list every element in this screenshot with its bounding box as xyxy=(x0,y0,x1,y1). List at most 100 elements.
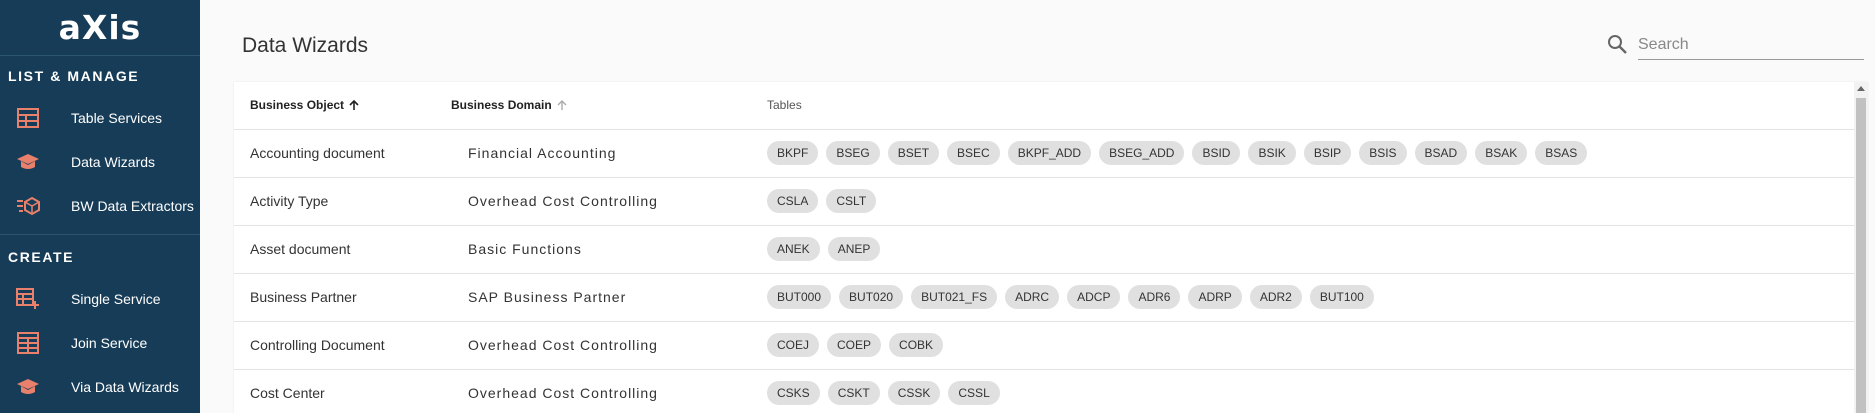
table-chip[interactable]: BSET xyxy=(887,141,940,165)
cell-business-object: Asset document xyxy=(250,241,351,257)
table-chip[interactable]: CSKS xyxy=(767,381,820,405)
cell-business-domain: Financial Accounting xyxy=(468,145,617,161)
table-chip[interactable]: BUT000 xyxy=(767,285,832,309)
search-input[interactable] xyxy=(1638,30,1864,60)
table-chip[interactable]: BUT020 xyxy=(839,285,904,309)
table-chip[interactable]: CSLA xyxy=(767,189,819,213)
table-row[interactable]: Asset document Basic Functions ANEK ANEP xyxy=(234,226,1854,274)
table-chip[interactable]: BSAD xyxy=(1414,141,1468,165)
table-chip[interactable]: CSKT xyxy=(827,381,880,405)
scroll-up-arrow-icon[interactable] xyxy=(1857,86,1865,91)
sidebar-item-single-service[interactable]: Single Service xyxy=(0,277,200,321)
table-chip[interactable]: BSEC xyxy=(947,141,1000,165)
table-chip[interactable]: BSIP xyxy=(1303,141,1352,165)
sidebar-item-label: Data Wizards xyxy=(71,154,156,170)
table-row[interactable]: Accounting document Financial Accounting B… xyxy=(234,130,1854,178)
table-row[interactable]: Controlling Document Overhead Cost Contro… xyxy=(234,322,1854,370)
main-content: Data Wizards Business Object Business Do… xyxy=(200,0,1875,413)
table-chip[interactable]: CSLT xyxy=(826,189,877,213)
cell-tables: ANEK ANEP xyxy=(767,237,881,261)
column-header-tables: Tables xyxy=(767,98,802,112)
logo-text: aXis xyxy=(58,8,142,47)
wizard-cap-icon xyxy=(16,150,40,174)
column-header-business-domain[interactable]: Business Domain xyxy=(451,98,568,112)
cell-business-object: Business Partner xyxy=(250,289,357,305)
cell-tables: CSLA CSLT xyxy=(767,189,877,213)
table-chip[interactable]: BSID xyxy=(1192,141,1241,165)
cell-tables: BKPF BSEG BSET BSEC BKPF_ADD BSEG_ADD BSID BSIK… xyxy=(767,141,1588,165)
table-chip[interactable]: ANEP xyxy=(827,237,881,261)
vertical-scrollbar[interactable] xyxy=(1854,82,1868,413)
sidebar-item-table-services[interactable]: Table Services xyxy=(0,96,200,140)
sidebar-item-bw-data-extractors[interactable]: BW Data Extractors xyxy=(0,184,200,228)
wizard-cap-icon xyxy=(16,375,40,399)
table-chip[interactable]: BSAS xyxy=(1535,141,1588,165)
table-chip[interactable]: BSEG xyxy=(826,141,880,165)
cell-tables: CSKS CSKT CSSK CSSL xyxy=(767,381,1000,405)
cell-business-domain: Overhead Cost Controlling xyxy=(468,385,658,401)
cell-business-domain: Overhead Cost Controlling xyxy=(468,193,658,209)
cell-business-domain: Overhead Cost Controlling xyxy=(468,337,658,353)
table-chip[interactable]: BSEG_ADD xyxy=(1099,141,1185,165)
table-chip[interactable]: BSIS xyxy=(1359,141,1407,165)
column-header-label: Tables xyxy=(767,98,802,112)
table-chip[interactable]: ADR2 xyxy=(1249,285,1302,309)
table-chip[interactable]: CSSK xyxy=(887,381,941,405)
cell-tables: COEJ COEP COBK xyxy=(767,333,944,357)
cell-business-object: Activity Type xyxy=(250,193,329,209)
table-header: Business Object Business Domain Tables xyxy=(234,82,1854,130)
cell-business-object: Controlling Document xyxy=(250,337,385,353)
column-header-business-object[interactable]: Business Object xyxy=(250,98,360,112)
scrollbar-thumb[interactable] xyxy=(1856,98,1866,413)
sort-arrow-up-icon xyxy=(348,99,360,111)
sidebar-item-label: Table Services xyxy=(71,110,163,126)
sidebar-item-via-data-wizards[interactable]: Via Data Wizards xyxy=(0,365,200,409)
sidebar-item-label: Via Data Wizards xyxy=(71,379,179,395)
sidebar: aXis LIST & MANAGE Table Services Data W… xyxy=(0,0,200,413)
sidebar-item-label: BW Data Extractors xyxy=(71,198,194,214)
section-title-list-manage: LIST & MANAGE xyxy=(8,68,140,84)
table-chip[interactable]: ANEK xyxy=(767,237,820,261)
table-row[interactable]: Business Partner SAP Business Partner BUT0… xyxy=(234,274,1854,322)
table-body: Accounting document Financial Accounting B… xyxy=(234,130,1854,413)
app-logo[interactable]: aXis xyxy=(0,0,200,56)
cell-business-object: Accounting document xyxy=(250,145,385,161)
table-chip[interactable]: BSAK xyxy=(1475,141,1528,165)
table-icon xyxy=(16,106,40,130)
column-header-label: Business Object xyxy=(250,98,345,112)
sort-arrow-up-icon xyxy=(556,99,568,111)
cell-business-domain: Basic Functions xyxy=(468,241,582,257)
table-chip[interactable]: BUT021_FS xyxy=(911,285,998,309)
table-chip[interactable]: BKPF xyxy=(767,141,819,165)
table-chip[interactable]: COEP xyxy=(827,333,882,357)
cell-business-object: Cost Center xyxy=(250,385,325,401)
table-plus-icon xyxy=(16,287,40,311)
table-chip[interactable]: CSSL xyxy=(948,381,1000,405)
table-row[interactable]: Cost Center Overhead Cost Controlling CSKS… xyxy=(234,370,1854,413)
join-table-icon xyxy=(16,331,40,355)
search-box xyxy=(1606,28,1864,62)
table-chip[interactable]: ADR6 xyxy=(1128,285,1181,309)
table-chip[interactable]: ADRP xyxy=(1188,285,1242,309)
cell-tables: BUT000 BUT020 BUT021_FS ADRC ADCP ADR6 ADRP ADR… xyxy=(767,285,1374,309)
nav-section-create: CREATE Single Service Join Service Via D… xyxy=(0,237,200,409)
table-chip[interactable]: ADCP xyxy=(1067,285,1121,309)
column-header-label: Business Domain xyxy=(451,98,552,112)
sidebar-item-join-service[interactable]: Join Service xyxy=(0,321,200,365)
table-row[interactable]: Activity Type Overhead Cost Controlling CS… xyxy=(234,178,1854,226)
cell-business-domain: SAP Business Partner xyxy=(468,289,627,305)
table-chip[interactable]: BUT100 xyxy=(1309,285,1374,309)
extractor-cube-icon xyxy=(16,194,40,218)
data-wizards-table: Business Object Business Domain Tables A… xyxy=(234,82,1868,413)
table-chip[interactable]: ADRC xyxy=(1005,285,1060,309)
sidebar-item-label: Single Service xyxy=(71,291,161,307)
search-icon[interactable] xyxy=(1606,33,1628,55)
sidebar-item-label: Join Service xyxy=(71,335,148,351)
sidebar-item-data-wizards[interactable]: Data Wizards xyxy=(0,140,200,184)
table-chip[interactable]: BKPF_ADD xyxy=(1007,141,1092,165)
table-chip[interactable]: COEJ xyxy=(767,333,820,357)
page-title: Data Wizards xyxy=(242,34,369,57)
table-chip[interactable]: BSIK xyxy=(1248,141,1296,165)
nav-section-list-manage: LIST & MANAGE Table Services Data Wizard… xyxy=(0,56,200,235)
table-chip[interactable]: COBK xyxy=(889,333,944,357)
